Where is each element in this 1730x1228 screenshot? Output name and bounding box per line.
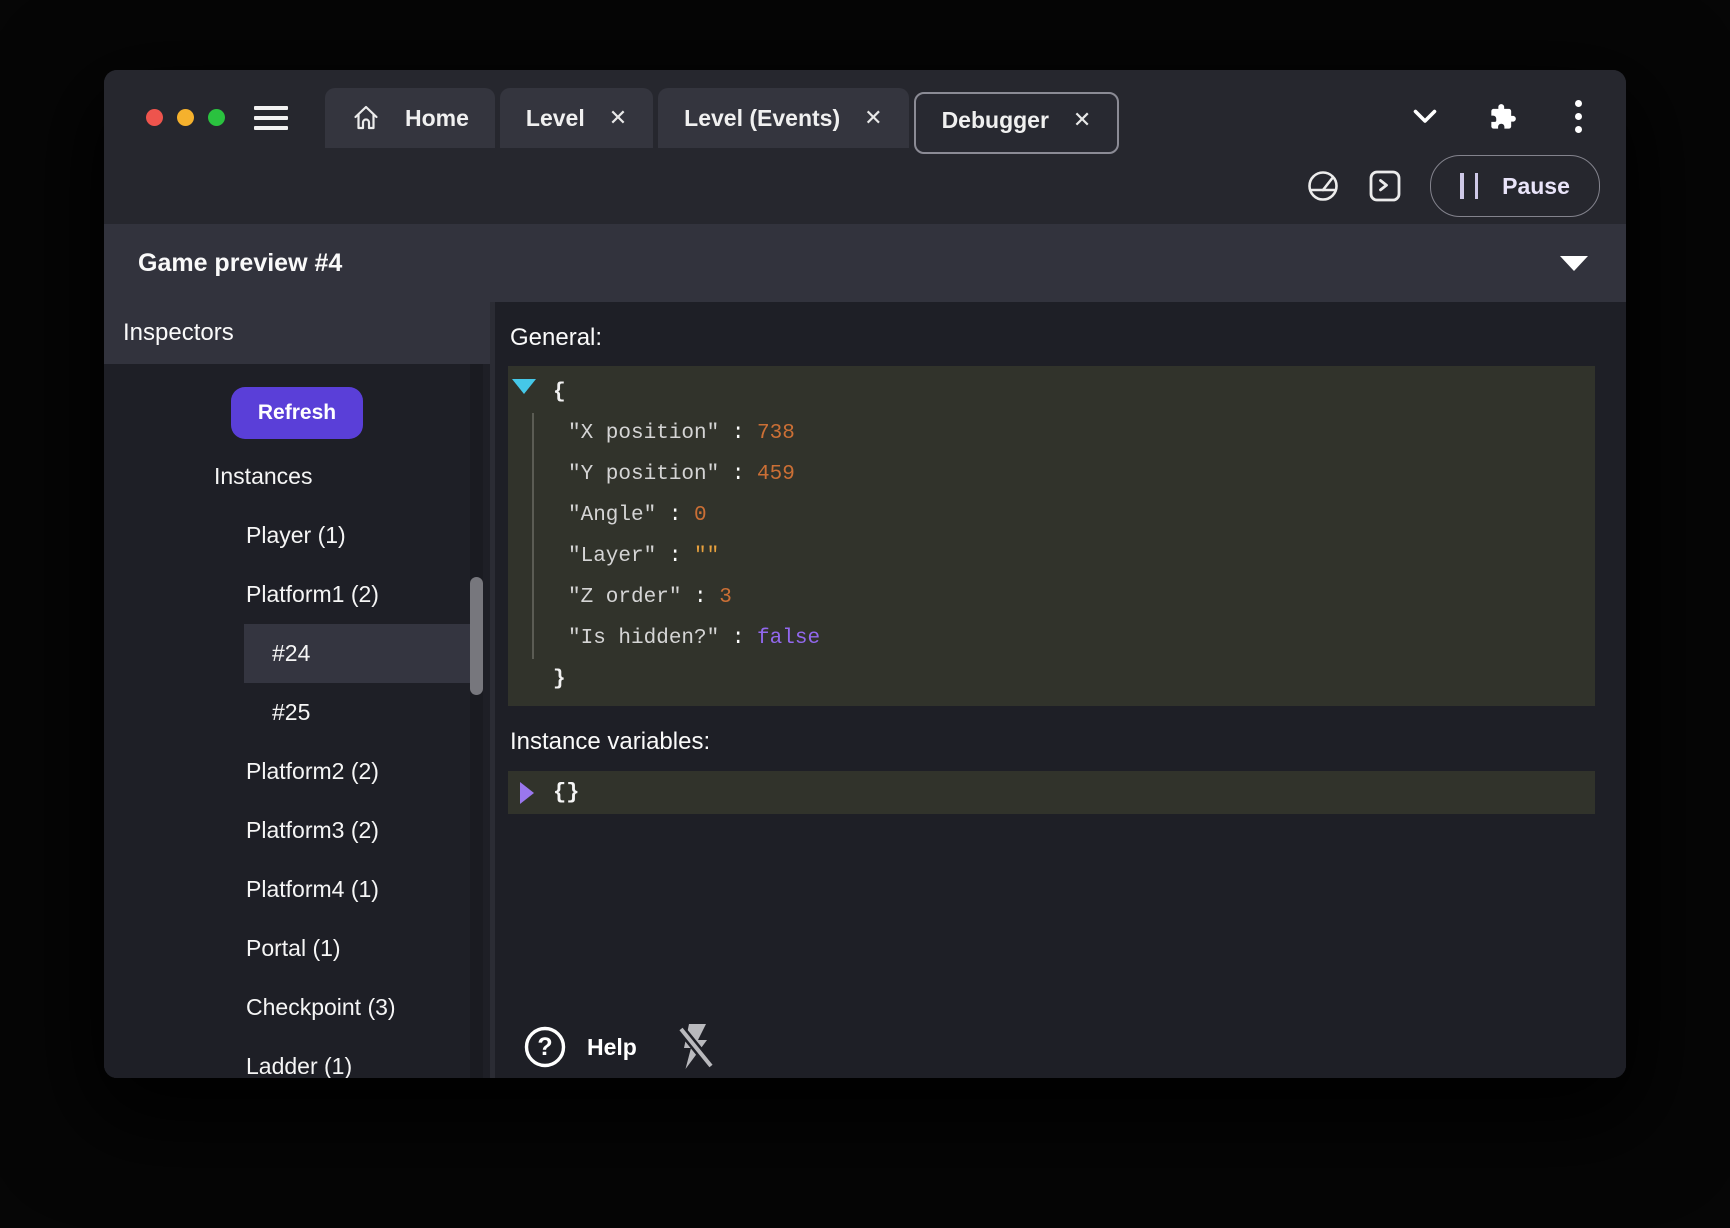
zoom-window-button[interactable] xyxy=(208,109,225,126)
home-icon xyxy=(351,103,381,133)
inspectors-tree-panel: Refresh Instances Player (1) Platform1 (… xyxy=(104,364,490,1078)
tree-item-platform4[interactable]: Platform4 (1) xyxy=(104,860,490,919)
instance-variables-value: {} xyxy=(508,771,1595,814)
instance-variables-json-view: {} xyxy=(508,771,1595,814)
json-line-angle: "Angle" : 0 xyxy=(568,495,1595,536)
json-line-x-position: "X position" : 738 xyxy=(568,413,1595,454)
tree-item-ladder[interactable]: Ladder (1) xyxy=(104,1037,490,1078)
tab-label: Level (Events) xyxy=(684,105,840,132)
tree-item-platform1[interactable]: Platform1 (2) xyxy=(104,565,490,624)
general-section-label: General: xyxy=(510,324,1595,352)
close-tab-icon[interactable]: ✕ xyxy=(1073,109,1091,131)
console-icon[interactable] xyxy=(1368,169,1402,203)
tree-item-portal[interactable]: Portal (1) xyxy=(104,919,490,978)
app-window: Home Level ✕ Level (Events) ✕ Debugger ✕ xyxy=(104,70,1626,1078)
titlebar-right-controls xyxy=(1413,98,1588,135)
close-tab-icon[interactable]: ✕ xyxy=(864,107,882,129)
game-preview-title: Game preview #4 xyxy=(138,249,342,278)
svg-text:?: ? xyxy=(537,1033,552,1061)
sidebar-scrollbar-track[interactable] xyxy=(470,364,483,1078)
help-label: Help xyxy=(587,1034,637,1061)
tab-label: Debugger xyxy=(942,107,1049,134)
pause-label: Pause xyxy=(1502,173,1570,200)
tab-bar: Home Level ✕ Level (Events) ✕ Debugger ✕ xyxy=(104,70,1626,148)
help-row: ? Help xyxy=(523,1022,717,1072)
inspectors-sidebar: Inspectors Refresh Instances Player (1) … xyxy=(104,302,490,1078)
json-line-is-hidden: "Is hidden?" : false xyxy=(568,618,1595,659)
minimize-window-button[interactable] xyxy=(177,109,194,126)
content-area: Inspectors Refresh Instances Player (1) … xyxy=(104,302,1626,1078)
chevron-down-icon[interactable] xyxy=(1413,109,1437,125)
tab-label: Home xyxy=(405,105,469,132)
tab-label: Level xyxy=(526,105,585,132)
tree-item-instance-25[interactable]: #25 xyxy=(104,683,490,742)
json-line-layer: "Layer" : "" xyxy=(568,536,1595,577)
tab-level-events[interactable]: Level (Events) ✕ xyxy=(658,88,908,148)
tree-item-checkpoint[interactable]: Checkpoint (3) xyxy=(104,978,490,1037)
profiler-gauge-icon[interactable] xyxy=(1306,169,1340,203)
instance-variables-label: Instance variables: xyxy=(510,728,1595,756)
help-button[interactable]: ? Help xyxy=(523,1025,637,1069)
hamburger-menu-icon[interactable] xyxy=(254,106,288,130)
tree-item-platform2[interactable]: Platform2 (2) xyxy=(104,742,490,801)
sidebar-scrollbar-thumb[interactable] xyxy=(470,577,483,695)
json-line-z-order: "Z order" : 3 xyxy=(568,577,1595,618)
refresh-button[interactable]: Refresh xyxy=(231,387,363,439)
close-window-button[interactable] xyxy=(146,109,163,126)
general-json-view: { "X position" : 738 "Y position" : 459 … xyxy=(508,366,1595,706)
inspectors-header: Inspectors xyxy=(104,302,490,364)
close-tab-icon[interactable]: ✕ xyxy=(609,107,627,129)
help-question-icon: ? xyxy=(523,1025,567,1069)
debugger-toolbar: Pause xyxy=(104,148,1626,224)
game-preview-header[interactable]: Game preview #4 xyxy=(104,224,1626,302)
json-close-brace: } xyxy=(508,659,1595,700)
expand-collapsed-arrow-icon[interactable] xyxy=(520,782,534,804)
tree-item-player[interactable]: Player (1) xyxy=(104,506,490,565)
pause-icon xyxy=(1460,173,1478,199)
tab-home[interactable]: Home xyxy=(325,88,495,148)
flash-off-icon[interactable] xyxy=(675,1022,717,1072)
dropdown-caret-icon[interactable] xyxy=(1560,256,1588,271)
inspector-detail-panel: General: { "X position" : 738 "Y positio… xyxy=(495,302,1626,1078)
tree-item-platform3[interactable]: Platform3 (2) xyxy=(104,801,490,860)
expand-open-arrow-icon[interactable] xyxy=(512,379,536,394)
pause-button[interactable]: Pause xyxy=(1430,155,1600,217)
tree-item-instance-24[interactable]: #24 xyxy=(244,624,478,683)
tab-level[interactable]: Level ✕ xyxy=(500,88,653,148)
instances-tree: Instances Player (1) Platform1 (2) #24 #… xyxy=(104,447,490,1078)
tree-item-instances[interactable]: Instances xyxy=(104,447,490,506)
tab-strip: Home Level ✕ Level (Events) ✕ Debugger ✕ xyxy=(325,88,1119,148)
tab-debugger[interactable]: Debugger ✕ xyxy=(914,92,1120,154)
json-line-y-position: "Y position" : 459 xyxy=(568,454,1595,495)
more-options-kebab-icon[interactable] xyxy=(1569,98,1588,135)
json-open-brace: { xyxy=(508,372,1595,413)
extensions-puzzle-icon[interactable] xyxy=(1489,103,1517,131)
inspectors-title: Inspectors xyxy=(123,319,234,347)
json-properties: "X position" : 738 "Y position" : 459 "A… xyxy=(532,413,1595,659)
traffic-lights xyxy=(146,109,225,126)
